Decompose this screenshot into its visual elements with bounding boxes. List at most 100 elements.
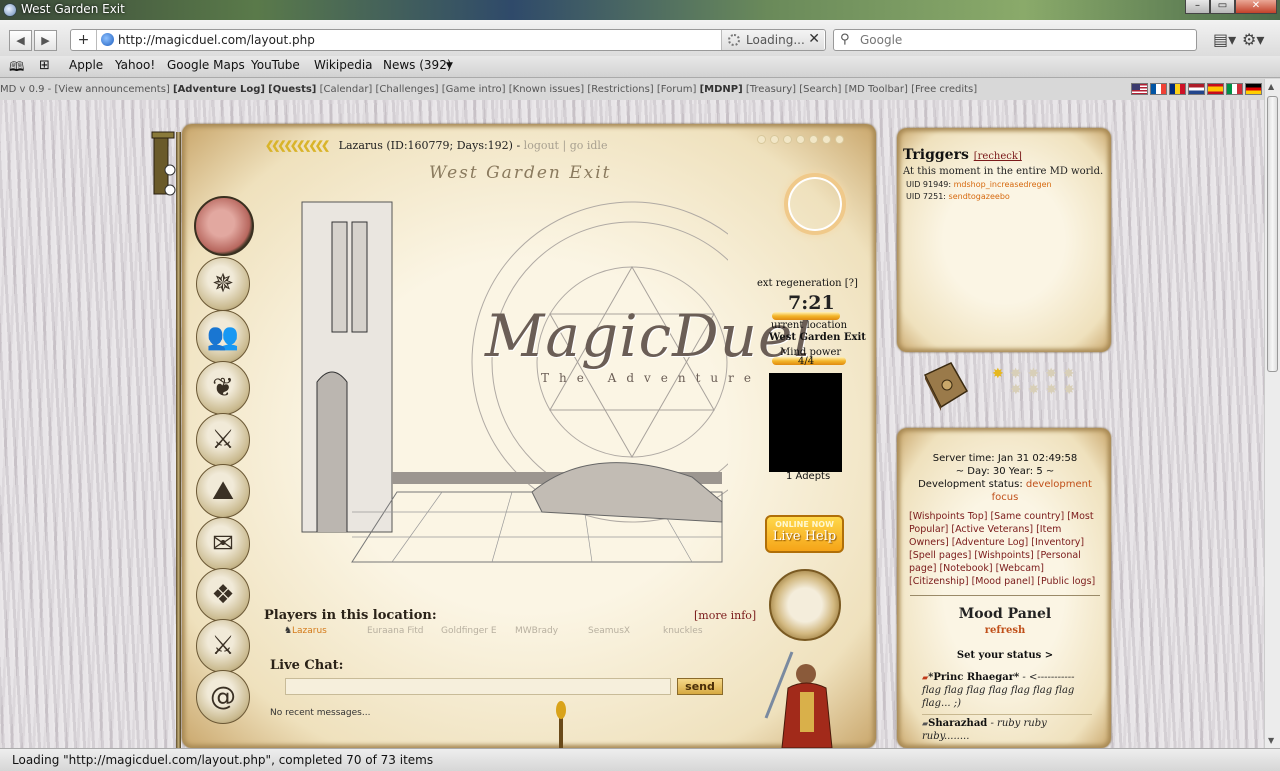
link-public-logs[interactable]: [Public logs] <box>1037 576 1095 587</box>
es-flag[interactable] <box>1207 83 1224 95</box>
bookmark-google-maps[interactable]: Google Maps <box>167 58 245 72</box>
link-spell-pages[interactable]: [Spell pages] <box>909 550 971 561</box>
vertical-scrollbar[interactable]: ▲ ▼ <box>1264 79 1280 748</box>
knight-figure-icon[interactable] <box>762 648 852 748</box>
logout-link[interactable]: logout <box>524 139 559 152</box>
swords-icon[interactable]: ⚔ <box>196 619 250 673</box>
stop-loading-icon[interactable]: ✕ <box>808 31 820 47</box>
maximize-button[interactable]: ▭ <box>1210 0 1235 14</box>
player-link[interactable]: Euraana Fitd <box>367 626 423 636</box>
mood-entry-name[interactable]: *Princ Rhaegar* <box>928 672 1019 683</box>
page-menu-icon[interactable]: ▤▾ <box>1213 30 1236 49</box>
menu-mdnp[interactable]: [MDNP] <box>700 84 743 95</box>
us-flag[interactable] <box>1131 83 1148 95</box>
trigger-name[interactable]: sendtogazeebo <box>949 192 1010 201</box>
open-book-icon[interactable]: 🕮 <box>9 58 24 80</box>
menu-md-toolbar[interactable]: [MD Toolbar] <box>845 84 908 95</box>
more-info-link[interactable]: [more info] <box>694 609 756 622</box>
live-help-button[interactable]: ONLINE NOW Live Help <box>765 515 844 553</box>
player-link[interactable]: SeamusX <box>588 626 630 636</box>
spellbook-icon[interactable] <box>921 361 971 413</box>
player-avatar[interactable] <box>194 196 254 256</box>
window-title: West Garden Exit <box>21 2 125 16</box>
player-link[interactable]: Lazarus <box>292 626 327 636</box>
bookmark-yahoo[interactable]: Yahoo! <box>115 58 155 72</box>
send-button[interactable]: send <box>677 678 723 695</box>
nl-flag[interactable] <box>1188 83 1205 95</box>
link-mood-panel[interactable]: [Mood panel] <box>972 576 1035 587</box>
go-idle-link[interactable]: go idle <box>570 139 608 152</box>
regeneration-label[interactable]: ext regeneration [?] <box>757 278 858 289</box>
scroll-up-icon[interactable]: ▲ <box>1268 82 1274 91</box>
people-icon[interactable]: 👥 <box>196 310 250 364</box>
link-notebook[interactable]: [Notebook] <box>939 563 992 574</box>
search-input[interactable] <box>860 32 1190 48</box>
bookmark-youtube[interactable]: YouTube <box>251 58 300 72</box>
search-box[interactable]: ⚲ <box>833 29 1197 51</box>
recheck-link[interactable]: [recheck] <box>974 151 1022 162</box>
link-inventory[interactable]: [Inventory] <box>1031 537 1084 548</box>
triggers-title: Triggers [recheck] <box>903 147 1022 163</box>
close-window-button[interactable]: ✕ <box>1235 0 1277 14</box>
add-bookmark-icon[interactable]: + <box>71 30 97 50</box>
link-active-veterans[interactable]: [Active Veterans] <box>951 524 1033 535</box>
link-webcam[interactable]: [Webcam] <box>996 563 1044 574</box>
adepts-count[interactable]: 1 Adepts <box>786 471 830 482</box>
it-flag[interactable] <box>1226 83 1243 95</box>
chat-input[interactable] <box>285 678 671 695</box>
menu-calendar[interactable]: [Calendar] <box>320 84 373 95</box>
mail-icon[interactable]: ✉ <box>196 517 250 571</box>
mood-entry-name[interactable]: Sharazhad <box>928 718 987 729</box>
link-wishpoints-top[interactable]: [Wishpoints Top] <box>909 511 987 522</box>
bookmark-wikipedia[interactable]: Wikipedia <box>314 58 373 72</box>
compass-star-icon[interactable]: ✵ <box>196 257 250 311</box>
fr-flag[interactable] <box>1150 83 1167 95</box>
link-same-country[interactable]: [Same country] <box>990 511 1064 522</box>
address-bar[interactable]: + http://magicduel.com/layout.php Loadin… <box>70 29 826 51</box>
creature-icon[interactable]: ❦ <box>196 361 250 415</box>
menu-treasury[interactable]: [Treasury] <box>746 84 796 95</box>
back-button[interactable]: ◀ <box>9 30 32 51</box>
menu-game-intro[interactable]: [Game intro] <box>442 84 506 95</box>
menu-quests[interactable]: [Quests] <box>268 84 316 95</box>
scroll-down-icon[interactable]: ▼ <box>1268 736 1274 745</box>
chevron-down-icon[interactable]: ▼ <box>446 61 453 71</box>
bookmark-news[interactable]: News (392) <box>383 58 452 72</box>
link-wishpoints[interactable]: [Wishpoints] <box>974 550 1033 561</box>
mood-refresh-link[interactable]: refresh <box>905 625 1105 636</box>
set-status-link[interactable]: Set your status > <box>905 650 1105 661</box>
energy-ring-icon[interactable] <box>784 173 846 235</box>
menu-adventure-log[interactable]: [Adventure Log] <box>173 84 265 95</box>
player-link[interactable]: Goldfinger E <box>441 626 497 636</box>
link-citizenship[interactable]: [Citizenship] <box>909 576 969 587</box>
trigger-name[interactable]: mdshop_increasedregen <box>954 180 1052 189</box>
grid-icon[interactable]: ⊞ <box>39 58 50 73</box>
menu-restrictions[interactable]: [Restrictions] <box>587 84 653 95</box>
menu-view-announcements[interactable]: [View announcements] <box>54 84 169 95</box>
menu-free-credits[interactable]: [Free credits] <box>911 84 977 95</box>
menu-known-issues[interactable]: [Known issues] <box>509 84 584 95</box>
url-text[interactable]: http://magicduel.com/layout.php <box>118 33 315 47</box>
status-dot <box>835 135 844 144</box>
gear-icon[interactable]: ⚙▾ <box>1242 30 1264 49</box>
menu-challenges[interactable]: [Challenges] <box>376 84 439 95</box>
ro-flag[interactable] <box>1169 83 1186 95</box>
menu-forum[interactable]: [Forum] <box>657 84 697 95</box>
bookmark-apple[interactable]: Apple <box>69 58 103 72</box>
mood-entry: ▰*Princ Rhaegar* - <----------- flag fla… <box>922 671 1092 710</box>
bookmarks-bar: 🕮 ⊞ Apple Yahoo! Google Maps YouTube Wik… <box>0 56 1280 78</box>
player-link[interactable]: knuckles <box>663 626 703 636</box>
minimize-button[interactable]: – <box>1185 0 1210 14</box>
forward-button[interactable]: ▶ <box>34 30 57 51</box>
scrollbar-thumb[interactable] <box>1267 96 1278 372</box>
player-link[interactable]: MWBrady <box>515 626 558 636</box>
swirl-icon[interactable]: @ <box>196 670 250 724</box>
link-adventure-log[interactable]: [Adventure Log] <box>952 537 1029 548</box>
map-icon[interactable]: ❖ <box>196 568 250 622</box>
crossed-swords-shield-icon[interactable]: ⚔ <box>196 413 250 467</box>
compass-seal-icon[interactable] <box>769 569 841 641</box>
mountain-icon[interactable]: ⛰ <box>196 464 250 518</box>
browser-toolbar: ◀ ▶ + http://magicduel.com/layout.php Lo… <box>0 20 1280 56</box>
de-flag[interactable] <box>1245 83 1262 95</box>
menu-search[interactable]: [Search] <box>799 84 841 95</box>
